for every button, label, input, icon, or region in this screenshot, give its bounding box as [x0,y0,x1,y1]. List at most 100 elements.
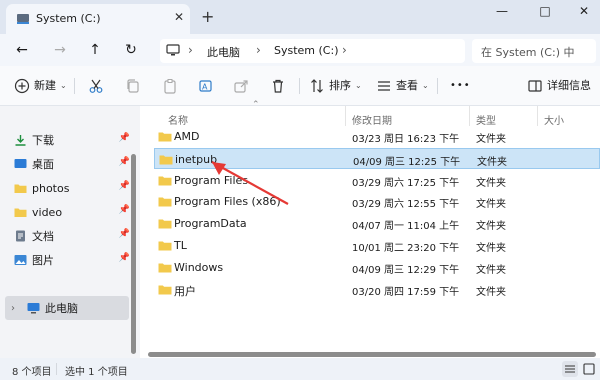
sidebar-item-label: 桌面 [32,158,54,171]
folder-icon [14,206,27,218]
sidebar-item-downloads[interactable]: 下载 📌 [14,129,130,151]
chevron-right-icon[interactable]: › [342,43,347,57]
pin-icon: 📌 [118,205,130,215]
minimize-button[interactable]: — [488,4,516,20]
pin-icon: 📌 [118,181,130,191]
rename-button[interactable]: A [198,77,218,95]
close-button[interactable]: ✕ [570,4,598,20]
folder-icon [158,217,172,229]
column-header-date[interactable]: 修改日期 [352,112,392,127]
file-date: 03/23 周日 16:23 下午 [352,134,460,145]
pin-icon: 📌 [118,133,130,143]
download-icon [14,134,27,146]
tiles-view-icon [583,363,595,375]
divider [74,78,75,94]
selected-count: 选中 1 个项目 [65,367,128,378]
folder-icon [158,195,172,207]
file-row[interactable]: Windows 04/09 周三 12:29 下午 文件夹 [154,257,600,278]
back-button[interactable]: ← [12,40,32,60]
paste-icon [162,78,178,94]
pin-icon: 📌 [118,229,130,239]
refresh-button[interactable]: ↻ [121,40,141,60]
scissors-icon [88,78,104,94]
sidebar-scrollbar[interactable] [131,154,136,354]
tiles-view-button[interactable] [581,361,597,377]
file-row[interactable]: TL 10/01 周二 23:20 下午 文件夹 [154,235,600,256]
copy-button[interactable] [125,77,145,95]
view-list-icon [376,78,392,94]
file-row[interactable]: ProgramData 04/07 周一 11:04 上午 文件夹 [154,213,600,234]
file-name: Windows [174,260,224,274]
column-header-type[interactable]: 类型 [476,112,496,127]
tab-system-c[interactable]: System (C:) ✕ [6,4,190,34]
details-label: 详细信息 [547,79,591,92]
horizontal-scrollbar[interactable] [148,352,596,357]
trash-icon [270,78,286,94]
file-date: 03/20 周四 17:59 下午 [352,286,460,298]
share-button[interactable] [233,77,253,95]
maximize-button[interactable]: □ [531,4,559,20]
file-name: TL [174,239,187,252]
delete-button[interactable] [270,77,290,95]
up-button[interactable]: ↑ [85,40,105,60]
paste-button[interactable] [162,77,182,95]
navigation-pane: 下载 📌 桌面 📌 photos 📌 video 📌 文档 📌 图片 � [0,106,140,358]
sidebar-item-desktop[interactable]: 桌面 📌 [14,153,130,175]
column-divider [537,106,538,126]
sort-button[interactable]: 排序 ⌄ [309,77,362,95]
new-tab-button[interactable]: + [201,7,214,26]
sidebar-item-label: 此电脑 [45,302,78,315]
sidebar-item-label: video [32,205,63,219]
command-bar: 新建 ⌄ A 排序 ⌄ 查看 ⌄ ••• 详细信息 [0,66,600,106]
breadcrumb-this-pc[interactable]: 此电脑 [207,44,240,60]
chevron-right-icon: › [256,43,261,57]
file-type: 文件夹 [476,199,506,211]
sidebar-item-label: photos [32,181,70,195]
sidebar-item-photos[interactable]: photos 📌 [14,177,130,199]
tab-close-icon[interactable]: ✕ [174,10,184,24]
new-label: 新建 [34,79,56,92]
column-header-size[interactable]: 大小 [544,112,564,127]
details-view-button[interactable] [562,361,578,377]
cut-button[interactable] [88,77,108,95]
file-date: 03/29 周六 17:25 下午 [352,177,460,189]
details-button[interactable]: 详细信息 [527,77,591,95]
sidebar-item-documents[interactable]: 文档 📌 [14,225,130,247]
view-button[interactable]: 查看 ⌄ [376,77,429,95]
divider [437,78,438,94]
computer-icon [27,302,40,314]
file-date: 04/09 周三 12:29 下午 [352,264,460,276]
title-bar: System (C:) ✕ + — □ ✕ [0,0,600,34]
sidebar-item-video[interactable]: video 📌 [14,201,130,223]
divider [56,363,57,375]
column-divider [345,106,346,126]
picture-icon [14,254,27,266]
sort-label: 排序 [329,79,351,92]
chevron-right-icon[interactable]: › [11,303,23,314]
item-count: 8 个项目 [12,367,52,378]
column-header-name[interactable]: 名称 [168,112,188,127]
status-bar: 8 个项目 选中 1 个项目 [0,358,600,380]
file-row[interactable]: 用户 03/20 周四 17:59 下午 文件夹 [154,279,600,300]
sidebar-item-pictures[interactable]: 图片 📌 [14,249,130,271]
annotation-arrow [211,161,289,205]
more-options-button[interactable]: ••• [450,77,471,95]
chevron-down-icon: ⌄ [355,81,362,90]
breadcrumb-system-c[interactable]: System (C:) [274,44,339,57]
file-type: 文件夹 [476,243,506,254]
file-list: 名称 ⌃ 修改日期 类型 大小 AMD 03/23 周日 16:23 下午 文件夹 i… [140,100,600,358]
file-date: 04/09 周三 12:25 下午 [353,156,461,168]
address-bar[interactable]: › 此电脑 › System (C:) › [160,39,465,63]
file-type: 文件夹 [476,286,506,298]
file-type: 文件夹 [476,221,506,233]
file-type: 文件夹 [477,156,507,168]
file-date: 10/01 周二 23:20 下午 [352,243,460,254]
search-input[interactable]: 在 System (C:) 中 [472,39,596,63]
forward-button[interactable]: → [50,40,70,60]
chevron-right-icon: › [188,43,193,57]
sidebar-item-this-pc[interactable]: › 此电脑 [5,296,129,320]
folder-icon [159,153,173,165]
new-button[interactable]: 新建 ⌄ [14,77,67,95]
monitor-icon [166,44,180,56]
file-row[interactable]: AMD 03/23 周日 16:23 下午 文件夹 [154,126,600,147]
